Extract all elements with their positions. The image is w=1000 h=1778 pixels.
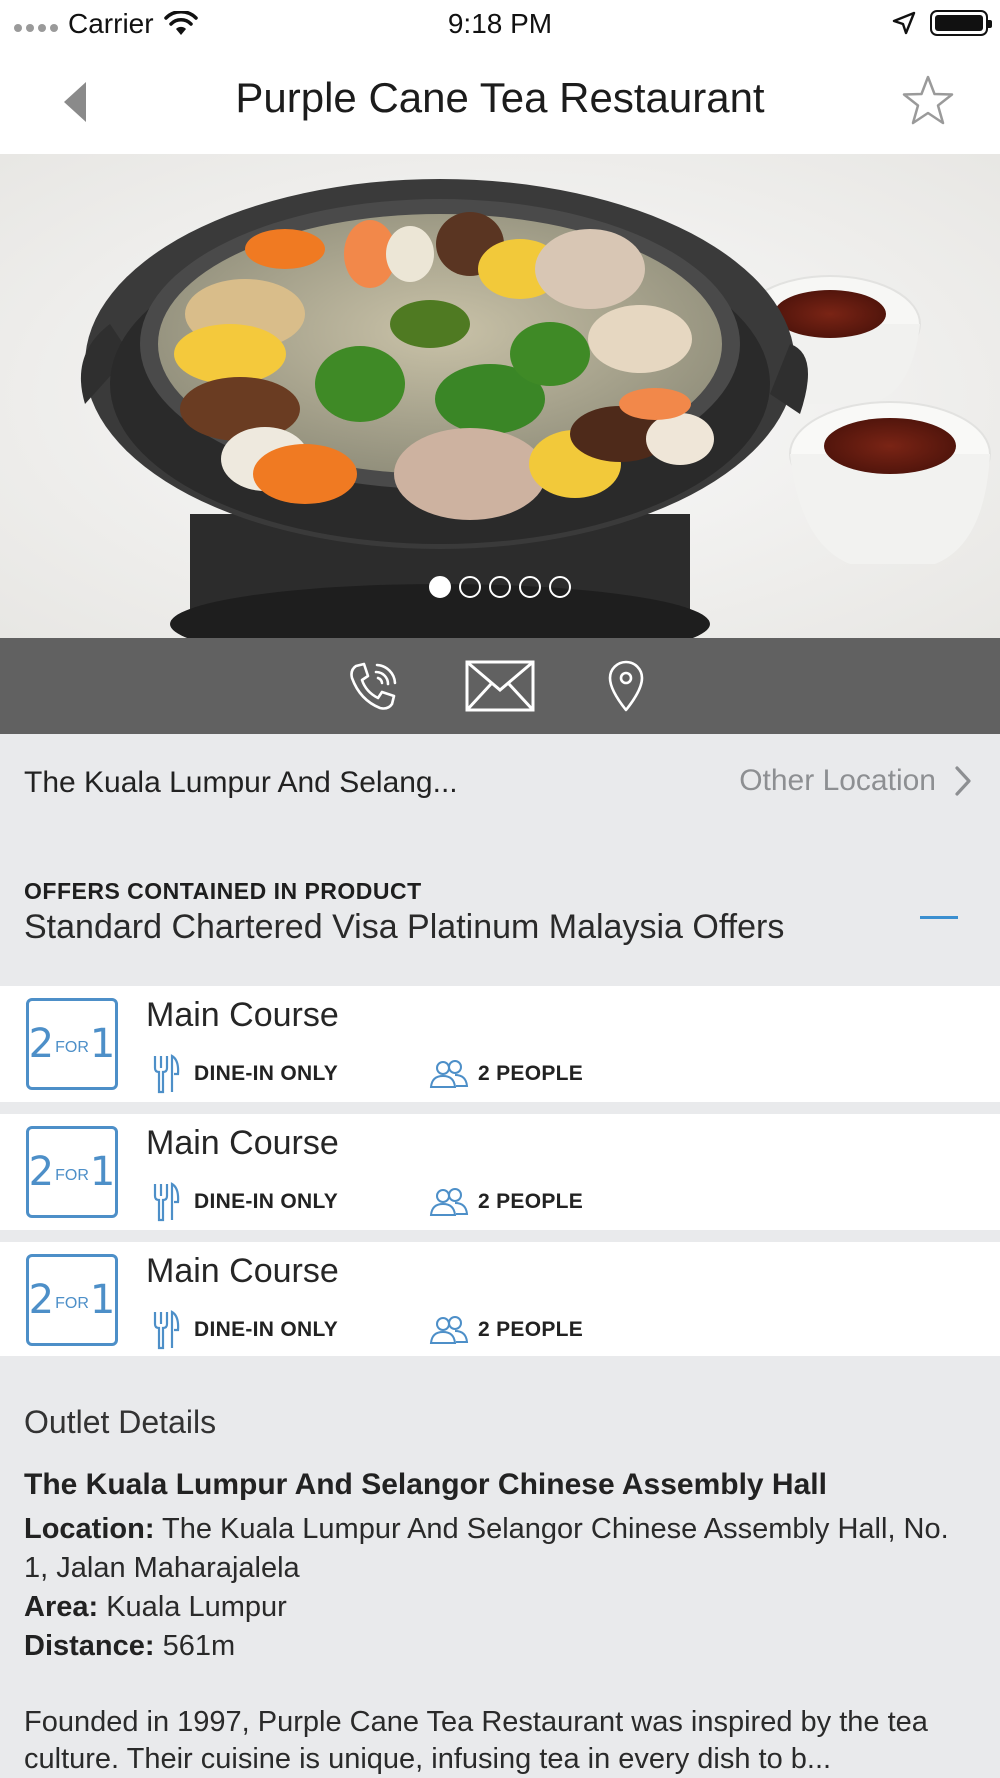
offers-kicker: OFFERS CONTAINED IN PRODUCT xyxy=(24,878,422,904)
pager-dot[interactable] xyxy=(519,576,541,598)
status-bar: Carrier 9:18 PM xyxy=(0,0,1000,50)
offer-item[interactable]: 2 FOR 1 Main Course DINE-IN ONLY 2 PEOPL… xyxy=(0,986,1000,1102)
outlet-heading: Outlet Details xyxy=(24,1404,217,1440)
offer-name: Main Course xyxy=(146,1124,339,1162)
cutlery-icon xyxy=(153,1182,180,1222)
area-label: Area: xyxy=(24,1591,99,1623)
badge-for: FOR xyxy=(55,1039,89,1056)
offer-list: 2 FOR 1 Main Course DINE-IN ONLY 2 PEOPL… xyxy=(0,986,1000,1356)
map-button[interactable] xyxy=(591,651,661,721)
offer-meta: DINE-IN ONLY 2 PEOPLE xyxy=(152,1054,583,1094)
people-icon xyxy=(429,1188,469,1216)
cutlery-icon xyxy=(153,1310,180,1350)
badge-one: 1 xyxy=(89,1277,116,1323)
dine-in-label: DINE-IN ONLY xyxy=(194,1190,339,1213)
badge-for: FOR xyxy=(55,1295,89,1312)
map-pin-icon xyxy=(608,660,644,712)
pager-dot[interactable] xyxy=(489,576,511,598)
back-arrow-icon xyxy=(64,82,86,122)
badge-one: 1 xyxy=(89,1021,116,1067)
offers-header[interactable]: OFFERS CONTAINED IN PRODUCT Standard Cha… xyxy=(0,834,1000,986)
people-tag: 2 PEOPLE xyxy=(428,1059,583,1089)
badge-two: 2 xyxy=(28,1021,55,1067)
two-for-one-badge: 2 FOR 1 xyxy=(26,998,118,1090)
star-icon xyxy=(902,75,954,125)
people-tag: 2 PEOPLE xyxy=(428,1187,583,1217)
dine-in-tag: DINE-IN ONLY xyxy=(152,1182,428,1222)
people-label: 2 PEOPLE xyxy=(478,1062,584,1085)
location-label: Location: xyxy=(24,1513,155,1545)
badge-for: FOR xyxy=(55,1167,89,1184)
back-button[interactable] xyxy=(50,76,100,128)
dine-in-tag: DINE-IN ONLY xyxy=(152,1310,428,1350)
people-label: 2 PEOPLE xyxy=(478,1318,584,1341)
distance-label: Distance: xyxy=(24,1630,155,1662)
pager-dot[interactable] xyxy=(549,576,571,598)
offer-name: Main Course xyxy=(146,1252,339,1290)
gallery-image[interactable] xyxy=(0,154,1000,638)
nav-bar: Purple Cane Tea Restaurant xyxy=(0,50,1000,154)
outlet-area-line: Area: Kuala Lumpur xyxy=(24,1588,974,1627)
outlet-description: Founded in 1997, Purple Cane Tea Restaur… xyxy=(24,1706,928,1775)
people-label: 2 PEOPLE xyxy=(478,1190,584,1213)
page-title: Purple Cane Tea Restaurant xyxy=(235,74,765,121)
dine-in-label: DINE-IN ONLY xyxy=(194,1062,339,1085)
collapse-toggle[interactable] xyxy=(920,904,958,932)
location-value: The Kuala Lumpur And Selangor Chinese As… xyxy=(24,1513,949,1584)
contact-action-bar xyxy=(0,638,1000,734)
location-arrow-icon xyxy=(892,11,916,35)
badge-two: 2 xyxy=(28,1149,55,1195)
area-value: Kuala Lumpur xyxy=(98,1591,287,1623)
gallery-pager[interactable] xyxy=(0,576,1000,598)
outlet-details: Outlet Details The Kuala Lumpur And Sela… xyxy=(0,1358,1000,1778)
outlet-name: The Kuala Lumpur And Selangor Chinese As… xyxy=(24,1468,827,1501)
status-right xyxy=(892,10,992,36)
location-row[interactable]: The Kuala Lumpur And Selang... Other Loc… xyxy=(0,734,1000,834)
offer-name: Main Course xyxy=(146,996,339,1034)
dine-in-tag: DINE-IN ONLY xyxy=(152,1054,428,1094)
cutlery-icon xyxy=(153,1054,180,1094)
offer-meta: DINE-IN ONLY 2 PEOPLE xyxy=(152,1182,583,1222)
call-button[interactable] xyxy=(339,651,409,721)
hotpot-photo xyxy=(0,154,1000,638)
distance-value: 561m xyxy=(154,1630,236,1662)
offer-item[interactable]: 2 FOR 1 Main Course DINE-IN ONLY 2 PEOPL… xyxy=(0,1242,1000,1356)
phone-icon xyxy=(350,662,397,710)
pager-dot[interactable] xyxy=(459,576,481,598)
offer-item[interactable]: 2 FOR 1 Main Course DINE-IN ONLY 2 PEOPL… xyxy=(0,1114,1000,1230)
outlet-location-line: Location: The Kuala Lumpur And Selangor … xyxy=(24,1510,974,1588)
two-for-one-badge: 2 FOR 1 xyxy=(26,1254,118,1346)
battery-icon xyxy=(930,10,992,36)
other-location-label: Other Location xyxy=(739,764,936,797)
pager-dot[interactable] xyxy=(429,576,451,598)
minus-icon xyxy=(920,916,958,919)
two-for-one-badge: 2 FOR 1 xyxy=(26,1126,118,1218)
people-tag: 2 PEOPLE xyxy=(428,1315,583,1345)
status-time: 9:18 PM xyxy=(447,8,553,39)
outlet-info: Location: The Kuala Lumpur And Selangor … xyxy=(24,1510,974,1666)
people-icon xyxy=(429,1316,469,1344)
people-icon xyxy=(429,1060,469,1088)
location-name: The Kuala Lumpur And Selang... xyxy=(24,766,458,799)
badge-one: 1 xyxy=(89,1149,116,1195)
dine-in-label: DINE-IN ONLY xyxy=(194,1318,339,1341)
outlet-distance-line: Distance: 561m xyxy=(24,1627,974,1666)
badge-two: 2 xyxy=(28,1277,55,1323)
email-button[interactable] xyxy=(465,651,535,721)
offer-meta: DINE-IN ONLY 2 PEOPLE xyxy=(152,1310,583,1350)
offers-title: Standard Chartered Visa Platinum Malaysi… xyxy=(24,908,785,946)
favorite-button[interactable] xyxy=(898,72,958,132)
chevron-right-icon xyxy=(955,766,971,796)
mail-icon xyxy=(465,660,535,712)
other-location-link[interactable]: Other Location xyxy=(739,764,972,798)
